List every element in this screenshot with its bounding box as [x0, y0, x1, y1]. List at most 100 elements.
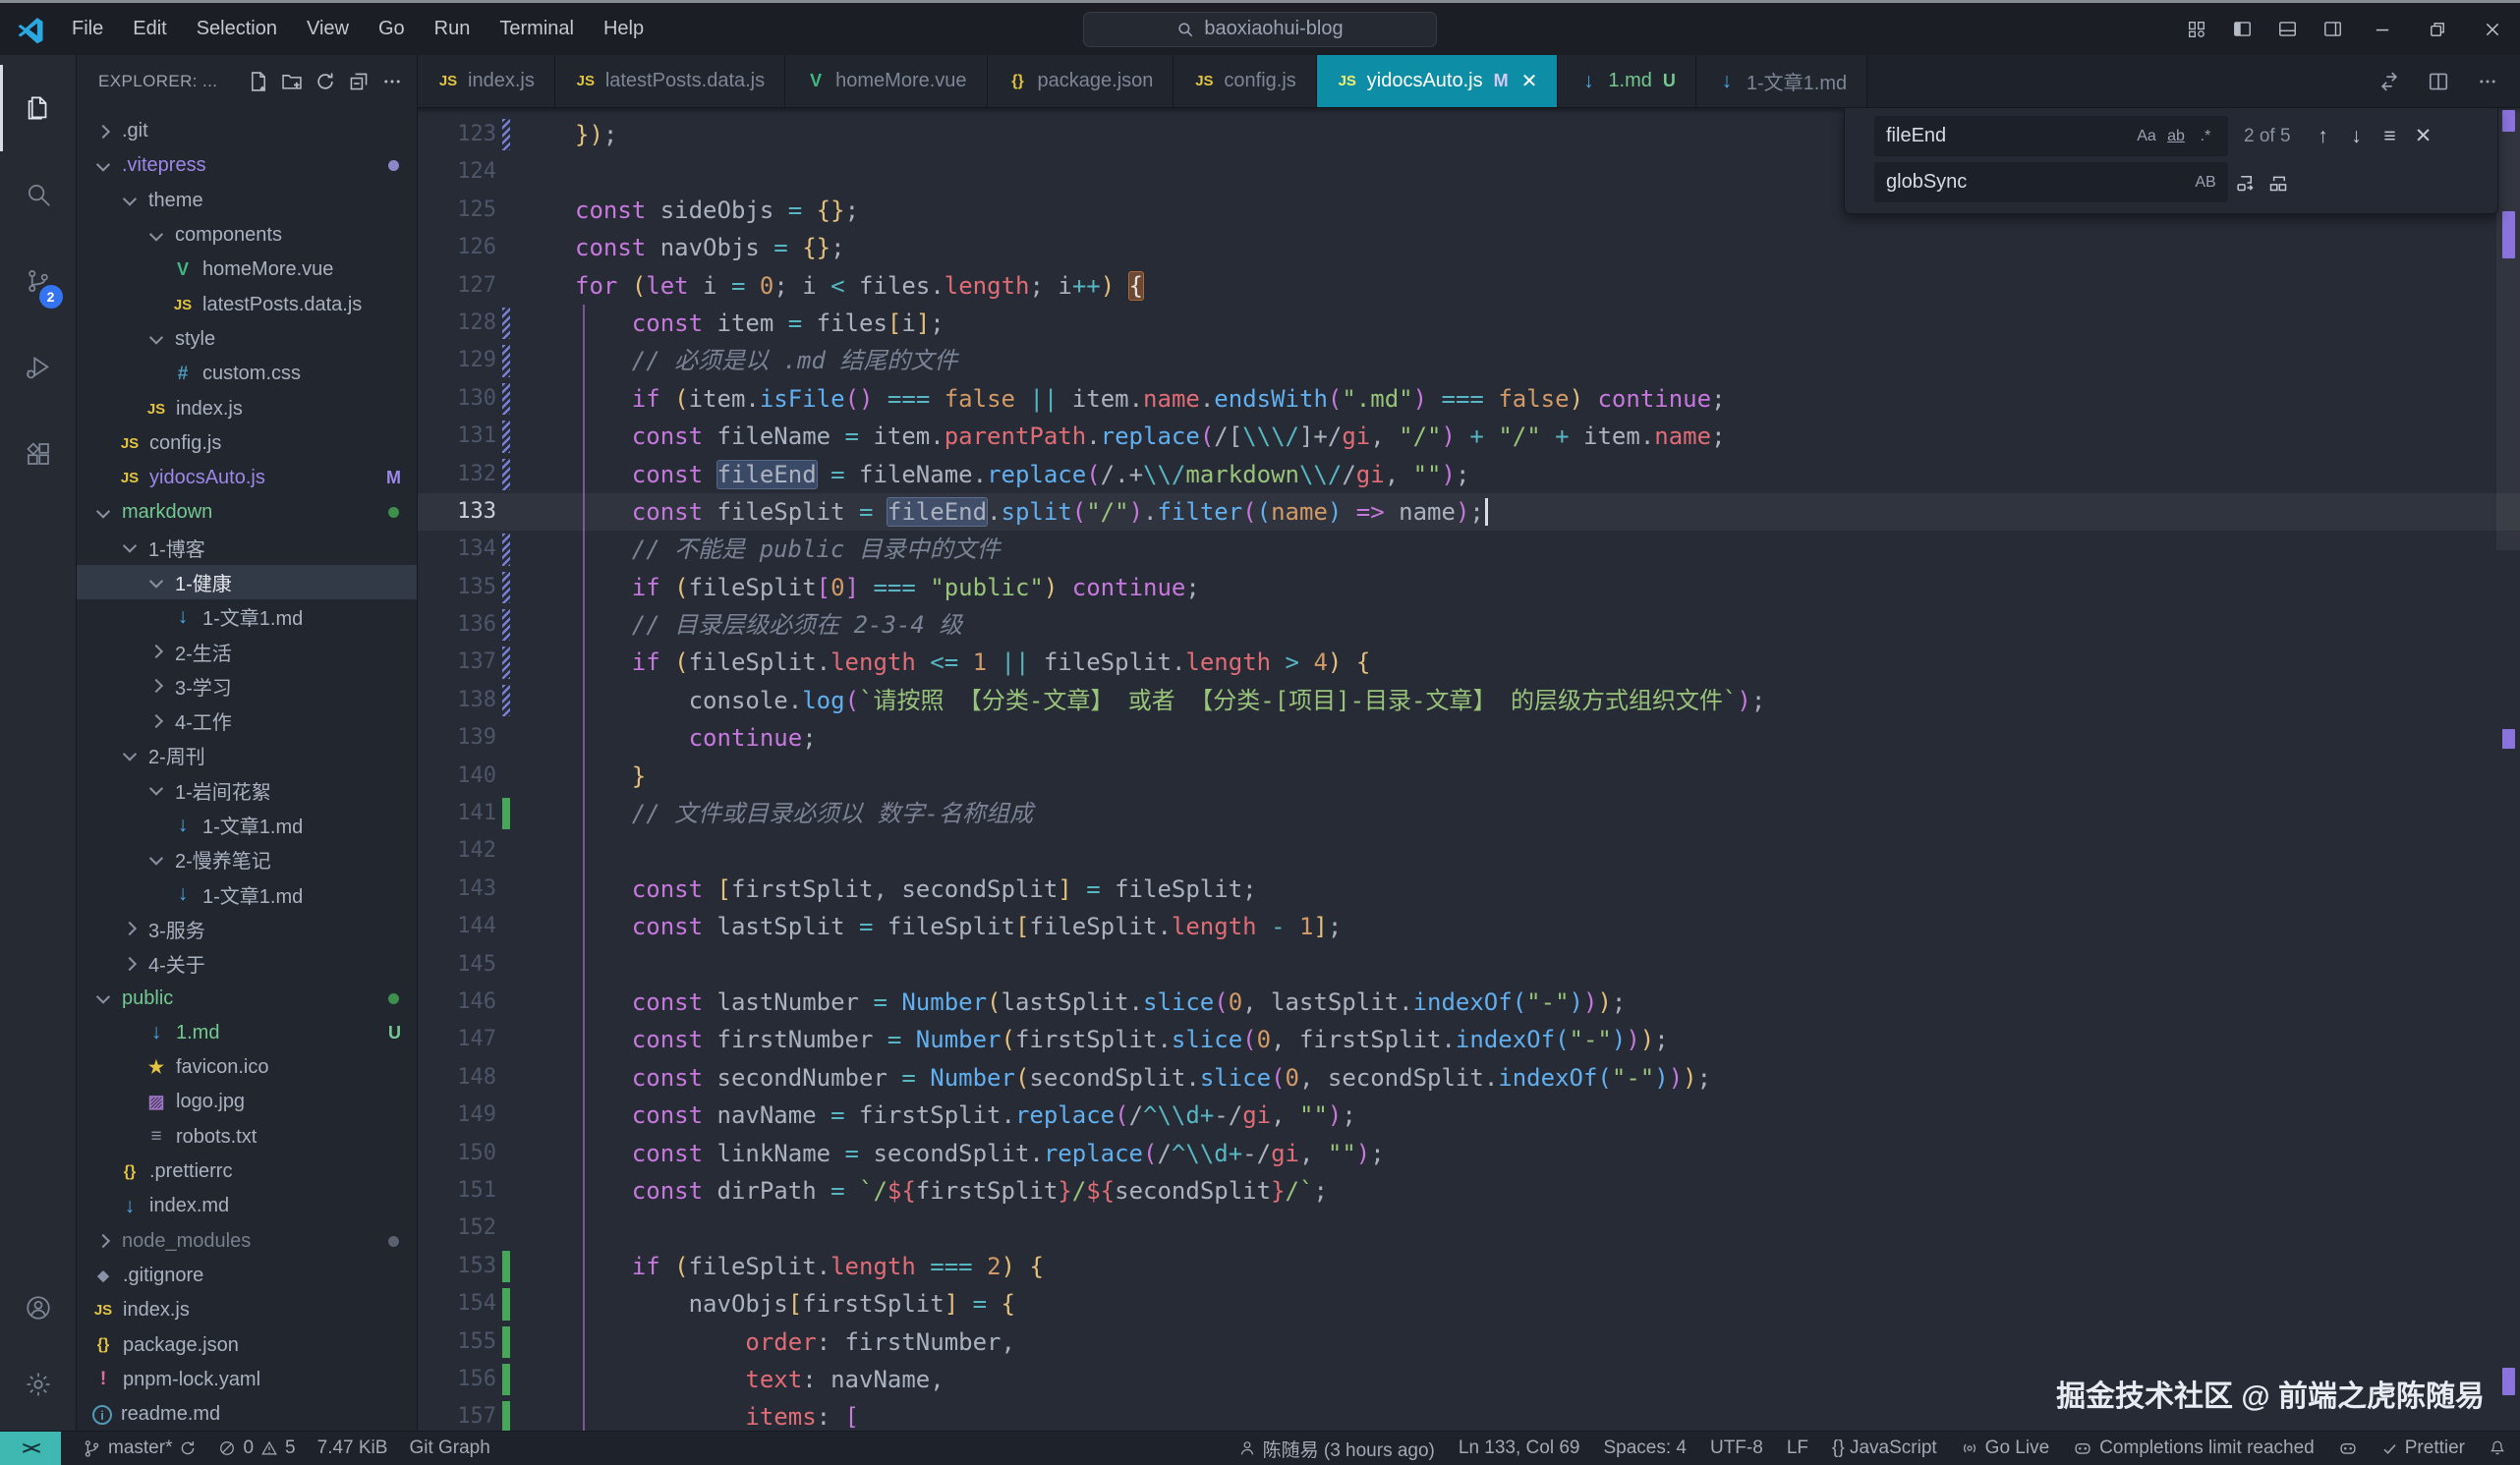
tree-file-1-文章1.md[interactable]: ↓1-文章1.md — [77, 808, 417, 842]
activitybar-source-control[interactable]: 2 — [0, 238, 77, 324]
tree-file-readme.md[interactable]: ireadme.md — [77, 1397, 417, 1431]
status-right-item-1[interactable]: Ln 133, Col 69 — [1459, 1437, 1580, 1459]
tree-folder-node_modules[interactable]: node_modules — [77, 1224, 417, 1259]
activitybar-settings[interactable] — [0, 1346, 77, 1423]
code-line-137[interactable]: 137 if (fileSplit.length <= 1 || fileSpl… — [418, 644, 2520, 681]
tree-folder-3-服务[interactable]: 3-服务 — [77, 912, 417, 946]
tree-folder-2-生活[interactable]: 2-生活 — [77, 634, 417, 668]
tree-folder-1-岩间花絮[interactable]: 1-岩间花絮 — [77, 773, 417, 808]
activitybar-account[interactable] — [0, 1269, 77, 1346]
tree-folder-components[interactable]: components — [77, 218, 417, 253]
find-next-button[interactable]: ↓ — [2340, 120, 2374, 153]
status-right-item-6[interactable]: Go Live — [1961, 1437, 2049, 1459]
tree-folder-3-学习[interactable]: 3-学习 — [77, 669, 417, 704]
code-line-141[interactable]: 141 // 文件或目录必须以 数字-名称组成 — [418, 795, 2520, 832]
tree-folder-1-健康[interactable]: 1-健康 — [77, 565, 417, 599]
code-line-127[interactable]: 127for (let i = 0; i < files.length; i++… — [418, 267, 2520, 305]
tree-folder-style[interactable]: style — [77, 322, 417, 357]
close-tab-icon[interactable]: ✕ — [1521, 69, 1538, 93]
activitybar-run-debug[interactable] — [0, 324, 77, 411]
tab-package.json[interactable]: {}package.json — [988, 55, 1174, 107]
code-line-133[interactable]: 133 const fileSplit = fileEnd.split("/")… — [418, 493, 2520, 531]
menu-edit[interactable]: Edit — [120, 12, 179, 46]
status-left-item-3[interactable]: Git Graph — [409, 1437, 489, 1459]
tab-index.js[interactable]: JSindex.js — [418, 55, 555, 107]
menu-terminal[interactable]: Terminal — [487, 12, 587, 46]
tree-file-1-文章1.md[interactable]: ↓1-文章1.md — [77, 877, 417, 912]
tree-folder-.git[interactable]: .git — [77, 114, 417, 148]
code-line-145[interactable]: 145 — [418, 946, 2520, 984]
tab-latestPosts.data.js[interactable]: JSlatestPosts.data.js — [555, 55, 785, 107]
remote-indicator[interactable]: >< — [0, 1432, 61, 1465]
code-line-150[interactable]: 150 const linkName = secondSplit.replace… — [418, 1135, 2520, 1172]
tree-folder-4-工作[interactable]: 4-工作 — [77, 704, 417, 738]
tree-file-.prettierrc[interactable]: {}.prettierrc — [77, 1155, 417, 1189]
code-line-132[interactable]: 132 const fileEnd = fileName.replace(/.+… — [418, 456, 2520, 493]
tree-file-index.md[interactable]: ↓index.md — [77, 1189, 417, 1223]
tree-file-1-文章1.md[interactable]: ↓1-文章1.md — [77, 599, 417, 634]
menu-run[interactable]: Run — [422, 12, 484, 46]
code-line-138[interactable]: 138 console.log(`请按照 【分类-文章】 或者 【分类-[项目]… — [418, 682, 2520, 719]
regex-toggle[interactable]: .* — [2191, 122, 2220, 151]
status-right-item-9[interactable]: Prettier — [2381, 1437, 2465, 1459]
tree-file-logo.jpg[interactable]: ▨logo.jpg — [77, 1085, 417, 1119]
code-line-148[interactable]: 148 const secondNumber = Number(secondSp… — [418, 1059, 2520, 1097]
toggle-secondary-sidebar-icon[interactable] — [2310, 10, 2355, 49]
whole-word-toggle[interactable]: ab — [2161, 122, 2191, 151]
code-line-131[interactable]: 131 const fileName = item.parentPath.rep… — [418, 418, 2520, 455]
status-left-item-2[interactable]: 7.47 KiB — [317, 1437, 388, 1459]
menu-help[interactable]: Help — [591, 12, 657, 46]
status-left-item-0[interactable]: master* — [83, 1437, 197, 1459]
tree-file-custom.css[interactable]: #custom.css — [77, 357, 417, 391]
tree-folder-4-关于[interactable]: 4-关于 — [77, 946, 417, 981]
toggle-replace-chevron[interactable] — [1845, 108, 1874, 213]
code-line-146[interactable]: 146 const lastNumber = Number(lastSplit.… — [418, 984, 2520, 1021]
tree-file-yidocsAuto.js[interactable]: JSyidocsAuto.jsM — [77, 461, 417, 495]
menu-view[interactable]: View — [294, 12, 362, 46]
status-right-item-7[interactable]: Completions limit reached — [2073, 1437, 2315, 1459]
tree-folder-1-博客[interactable]: 1-博客 — [77, 531, 417, 565]
new-file-icon[interactable] — [244, 67, 273, 96]
code-line-143[interactable]: 143 const [firstSplit, secondSplit] = fi… — [418, 871, 2520, 908]
more-icon[interactable] — [377, 67, 407, 96]
tree-file-latestPosts.data.js[interactable]: JSlatestPosts.data.js — [77, 287, 417, 321]
code-line-140[interactable]: 140 } — [418, 758, 2520, 795]
scrollbar-slider[interactable] — [2496, 108, 2520, 550]
tree-file-1.md[interactable]: ↓1.mdU — [77, 1016, 417, 1050]
code-line-136[interactable]: 136 // 目录层级必须在 2-3-4 级 — [418, 606, 2520, 644]
match-case-toggle[interactable]: Aa — [2132, 122, 2161, 151]
overview-ruler[interactable] — [2496, 108, 2520, 1431]
editor[interactable]: 123});124125const sideObjs = {};126const… — [418, 108, 2520, 1431]
new-folder-icon[interactable] — [277, 67, 307, 96]
code-line-128[interactable]: 128 const item = files[i]; — [418, 305, 2520, 342]
preserve-case-toggle[interactable]: AB — [2191, 168, 2220, 197]
menu-selection[interactable]: Selection — [184, 12, 290, 46]
code-line-134[interactable]: 134 // 不能是 public 目录中的文件 — [418, 531, 2520, 568]
menu-file[interactable]: File — [59, 12, 116, 46]
code-line-153[interactable]: 153 if (fileSplit.length === 2) { — [418, 1248, 2520, 1285]
code-line-139[interactable]: 139 continue; — [418, 719, 2520, 757]
status-right-item-8[interactable] — [2338, 1438, 2358, 1458]
toggle-panel-icon[interactable] — [2264, 10, 2310, 49]
code-line-152[interactable]: 152 — [418, 1210, 2520, 1247]
status-right-item-2[interactable]: Spaces: 4 — [1603, 1437, 1687, 1459]
code-area[interactable]: 123});124125const sideObjs = {};126const… — [418, 108, 2520, 1431]
tree-folder-public[interactable]: public — [77, 981, 417, 1015]
tree-folder-theme[interactable]: theme — [77, 184, 417, 218]
customize-layout-icon[interactable] — [2174, 10, 2219, 49]
replace-all-button[interactable] — [2262, 166, 2295, 199]
tree-file-index.js[interactable]: JSindex.js — [77, 391, 417, 425]
code-line-129[interactable]: 129 // 必须是以 .md 结尾的文件 — [418, 342, 2520, 379]
replace-input[interactable]: globSync AB — [1874, 162, 2228, 202]
code-line-144[interactable]: 144 const lastSplit = fileSplit[fileSpli… — [418, 908, 2520, 945]
tree-file-homeMore.vue[interactable]: VhomeMore.vue — [77, 253, 417, 287]
minimize-button[interactable] — [2355, 3, 2410, 55]
toggle-primary-sidebar-icon[interactable] — [2219, 10, 2264, 49]
tree-file-pnpm-lock.yaml[interactable]: !pnpm-lock.yaml — [77, 1363, 417, 1397]
open-changes-icon[interactable] — [2375, 67, 2404, 96]
find-in-selection-button[interactable]: ≡ — [2374, 120, 2407, 153]
code-line-149[interactable]: 149 const navName = firstSplit.replace(/… — [418, 1097, 2520, 1134]
code-line-142[interactable]: 142 — [418, 832, 2520, 870]
close-find-button[interactable]: ✕ — [2407, 120, 2440, 153]
tab-homeMore.vue[interactable]: VhomeMore.vue — [785, 55, 987, 107]
